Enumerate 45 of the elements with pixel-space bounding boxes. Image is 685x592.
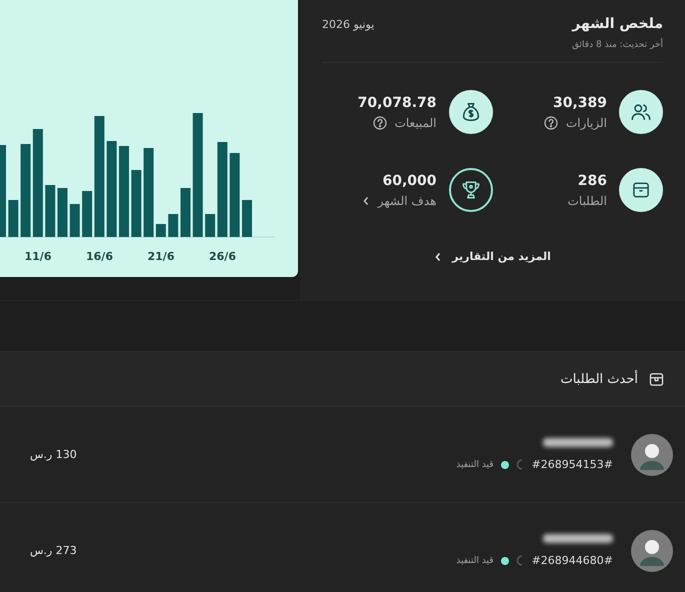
- blurred-name: [543, 534, 613, 543]
- box-icon: [648, 370, 665, 388]
- stat-label: الطلبات: [568, 194, 607, 208]
- chart-bar: [131, 170, 142, 237]
- more-reports-link[interactable]: المزيد من التقارير: [434, 250, 551, 263]
- stat-value: 70,078.78: [358, 94, 436, 110]
- stat-value: 60,000: [381, 172, 436, 188]
- stat-label: الزيارات: [566, 116, 607, 130]
- chart-bar: [82, 191, 92, 237]
- help-icon[interactable]: [372, 116, 387, 130]
- chart-bar: [8, 200, 18, 237]
- trophy-icon: [460, 179, 482, 201]
- axis-label: 16/6: [85, 250, 114, 263]
- avatar: [631, 530, 673, 572]
- blurred-name: [543, 438, 613, 447]
- axis-label: 21/6: [146, 250, 176, 263]
- chart-bar: [58, 188, 68, 237]
- order-number: #268954153#: [532, 458, 613, 471]
- order-amount: 273 ر.س: [30, 544, 77, 557]
- stat-value: 286: [576, 172, 607, 188]
- chart-bar: [156, 224, 166, 237]
- avatar: [631, 434, 673, 476]
- chart-bar: [205, 214, 216, 237]
- axis-label: 26/6: [208, 250, 237, 263]
- stat-link[interactable]: هدف الشهر: [378, 194, 436, 208]
- chart-bar: [45, 185, 56, 237]
- order-amount: 130 ر.س: [30, 448, 77, 461]
- box-icon: [631, 180, 651, 200]
- chart-bar: [180, 188, 190, 237]
- order-number: #268944680#: [532, 554, 613, 567]
- summary-title: ملخص الشهر: [572, 16, 663, 32]
- help-icon[interactable]: [544, 116, 558, 130]
- last-updated-text: أخر تحديث: منذ 8 دقائق: [572, 40, 663, 50]
- stat-label: المبيعات: [394, 116, 436, 130]
- axis-label: 11/6: [24, 250, 52, 263]
- order-status: قيد التنفيذ: [456, 556, 494, 566]
- chart-bar: [70, 204, 80, 237]
- chevron-left-icon: [362, 196, 370, 206]
- section-title: أحدث الطلبات: [560, 372, 638, 386]
- order-status: قيد التنفيذ: [456, 460, 494, 470]
- period-label: يونيو 2026: [322, 17, 374, 31]
- chart-bar: [168, 214, 178, 237]
- chart-bar: [242, 200, 252, 237]
- chevron-left-icon: [434, 252, 442, 262]
- stat-value: 30,389: [552, 94, 607, 110]
